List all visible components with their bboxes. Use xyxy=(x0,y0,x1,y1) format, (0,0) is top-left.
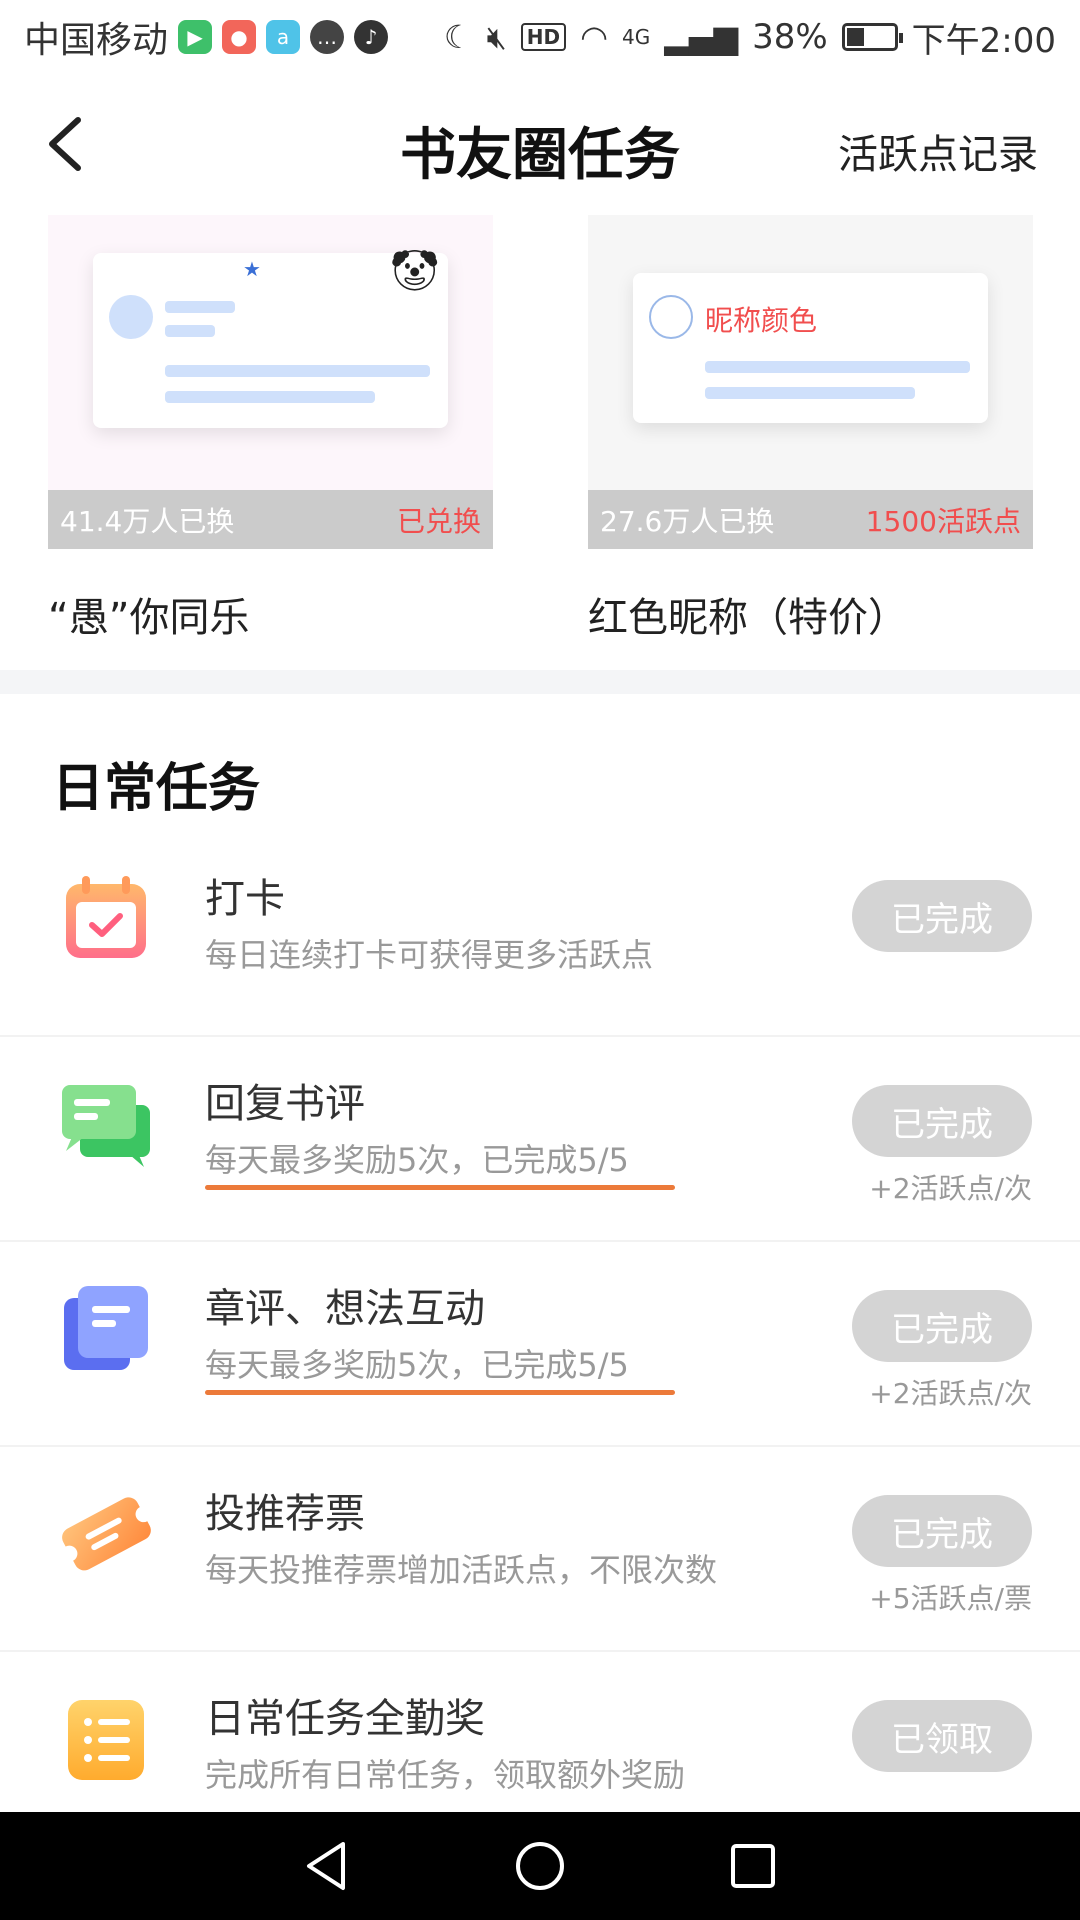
reward-cards: ★ 🤡︎ 41.4万人已换 已兑换 “愚”你同乐 昵称颜色 27.6万人已换 1… xyxy=(48,215,1033,641)
star-icon: ★ xyxy=(243,257,261,281)
circle-home-icon xyxy=(515,1842,564,1890)
progress-underline xyxy=(205,1390,675,1395)
task-item: 打卡 每日连续打卡可获得更多活跃点 已完成 xyxy=(0,832,1080,1037)
section-divider xyxy=(0,670,1080,694)
preview-label: 昵称颜色 xyxy=(705,304,818,337)
reward-name: 红色昵称（特价） xyxy=(588,595,908,641)
reward-card[interactable]: ★ 🤡︎ 41.4万人已换 已兑换 “愚”你同乐 xyxy=(48,215,493,643)
preview-mock-card: ★ 🤡︎ xyxy=(93,248,448,428)
status-bar: 中国移动 ▶ ● a … ♪ ☾ 🔇︎ HD ◠ 4G ▂▄▆ 38% 下午2:… xyxy=(0,0,1080,74)
nav-recents-button[interactable] xyxy=(723,1836,783,1896)
document-stack-icon xyxy=(58,1280,154,1376)
aha-app-icon: a xyxy=(266,20,301,54)
header: 书友圈任务 活跃点记录 xyxy=(0,74,1080,214)
moon-icon: ☾ xyxy=(443,18,473,56)
daily-task-list: 打卡 每日连续打卡可获得更多活跃点 已完成 回复书评 每天最多奖励5次，已完成5… xyxy=(0,832,1080,1857)
nav-home-button[interactable] xyxy=(510,1836,570,1896)
reward-name: “愚”你同乐 xyxy=(48,595,250,641)
task-status-button[interactable]: 已完成 xyxy=(852,1495,1032,1567)
tiktok-icon: ♪ xyxy=(354,20,389,54)
hd-badge: HD xyxy=(520,23,567,51)
exchange-price: 1500活跃点 xyxy=(865,504,1021,538)
triangle-back-icon xyxy=(306,1842,345,1890)
video-app-icon: ▶ xyxy=(178,20,213,54)
red-app-icon: ● xyxy=(222,20,257,54)
battery-icon xyxy=(841,23,903,51)
task-name: 回复书评 xyxy=(205,1081,365,1127)
reward-card[interactable]: 昵称颜色 27.6万人已换 1500活跃点 红色昵称（特价） xyxy=(588,215,1033,643)
task-item: 回复书评 每天最多奖励5次，已完成5/5 已完成 +2活跃点/次 xyxy=(0,1037,1080,1242)
signal-icon: ▂▄▆ xyxy=(664,18,739,56)
task-item: 章评、想法互动 每天最多奖励5次，已完成5/5 已完成 +2活跃点/次 xyxy=(0,1242,1080,1447)
carrier-label: 中国移动 xyxy=(24,20,169,61)
avatar xyxy=(109,295,153,339)
task-status-button[interactable]: 已完成 xyxy=(852,880,1032,952)
list-icon xyxy=(58,1690,154,1786)
square-recents-icon xyxy=(731,1844,776,1888)
task-description: 每日连续打卡可获得更多活跃点 xyxy=(205,936,654,974)
clock: 下午2:00 xyxy=(911,20,1056,61)
clown-decoration-icon: 🤡︎ xyxy=(389,248,440,294)
task-name: 章评、想法互动 xyxy=(205,1286,485,1332)
battery-percent: 38% xyxy=(752,17,828,57)
progress-underline xyxy=(205,1185,675,1190)
wifi-icon: ◠ xyxy=(580,18,608,56)
task-description: 完成所有日常任务，领取额外奖励 xyxy=(205,1756,686,1794)
task-status-button[interactable]: 已完成 xyxy=(852,1085,1032,1157)
user-icon xyxy=(649,295,693,339)
task-name: 投推荐票 xyxy=(205,1491,365,1537)
task-reward: +2活跃点/次 xyxy=(869,1377,1032,1410)
mute-icon: 🔇︎ xyxy=(486,17,507,56)
exchange-count: 27.6万人已换 xyxy=(600,504,775,538)
nav-back-button[interactable] xyxy=(297,1836,357,1896)
calendar-check-icon xyxy=(58,870,154,966)
task-status-button[interactable]: 已完成 xyxy=(852,1290,1032,1362)
reward-meta: 41.4万人已换 已兑换 xyxy=(48,490,493,549)
task-status-button[interactable]: 已领取 xyxy=(852,1700,1032,1772)
network-label: 4G xyxy=(622,25,651,49)
task-description: 每天投推荐票增加活跃点，不限次数 xyxy=(205,1551,718,1589)
system-nav-bar xyxy=(0,1812,1080,1920)
section-title: 日常任务 xyxy=(52,758,261,819)
exchange-count: 41.4万人已换 xyxy=(60,504,235,538)
task-name: 打卡 xyxy=(205,876,285,922)
preview-mock-card: 昵称颜色 xyxy=(633,273,988,423)
message-icon: … xyxy=(310,20,345,54)
task-description: 每天最多奖励5次，已完成5/5 xyxy=(205,1346,629,1384)
exchange-status: 已兑换 xyxy=(396,504,481,538)
task-description: 每天最多奖励5次，已完成5/5 xyxy=(205,1141,629,1179)
task-name: 日常任务全勤奖 xyxy=(205,1696,485,1742)
ticket-icon xyxy=(58,1485,154,1581)
task-reward: +5活跃点/票 xyxy=(869,1582,1032,1615)
chat-bubbles-icon xyxy=(58,1075,154,1171)
task-reward: +2活跃点/次 xyxy=(869,1172,1032,1205)
activity-record-link[interactable]: 活跃点记录 xyxy=(838,122,1038,180)
task-item: 投推荐票 每天投推荐票增加活跃点，不限次数 已完成 +5活跃点/票 xyxy=(0,1447,1080,1652)
reward-meta: 27.6万人已换 1500活跃点 xyxy=(588,490,1033,549)
